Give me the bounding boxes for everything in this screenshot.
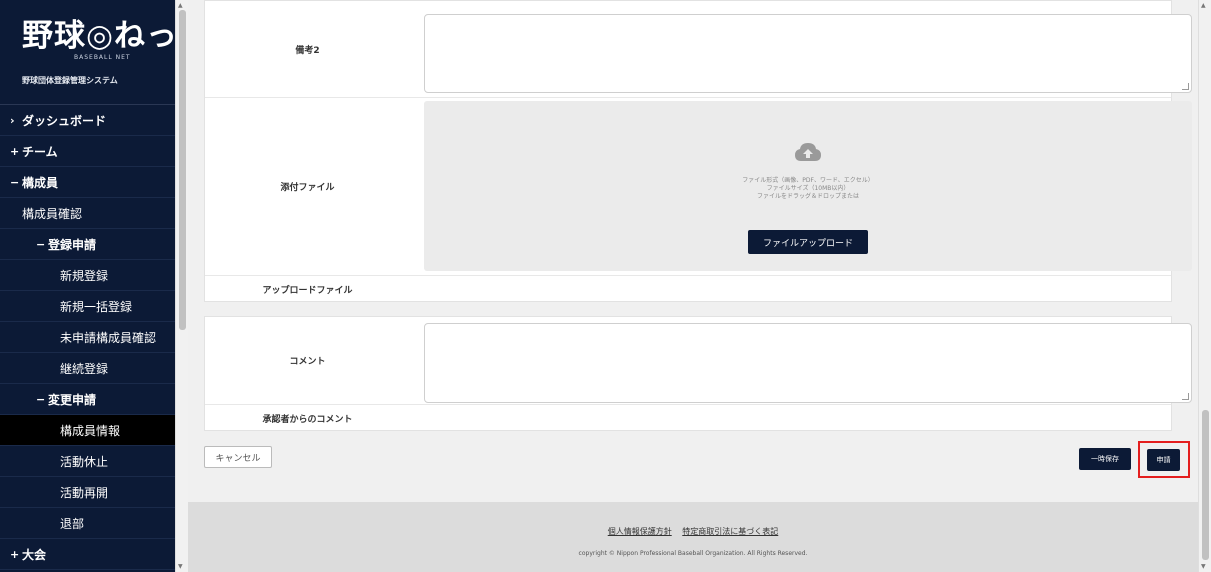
privacy-policy-link[interactable]: 個人情報保護方針 [608,527,672,536]
file-dropzone[interactable]: ファイル形式（画像、PDF、ワード、エクセル） ファイルサイズ（10MB以内） … [424,101,1192,271]
expand-icon: + [10,144,20,158]
nav-dashboard[interactable]: › ダッシュボード [0,105,175,136]
row-remarks2: 備考2 [205,1,1192,98]
nav-members[interactable]: − 構成員 [0,167,175,198]
sidebar-scrollbar[interactable]: ▲ ▼ [175,0,188,572]
collapse-icon: − [36,237,46,251]
nav-resume[interactable]: 活動再開 [0,477,175,508]
row-attachment: 添付ファイル ファイル形式（画像、PDF、ワード、エクセル） ファイルサイズ（1… [205,98,1192,276]
remarks2-textarea[interactable] [424,14,1192,93]
system-name: 野球団体登録管理システム [22,76,118,85]
sidebar: 野球◎ねっと BASEBALL NET 野球団体登録管理システム ›ダッシュボー… [0,0,175,572]
footer-links: 個人情報保護方針 特定商取引法に基づく表記 [188,526,1198,537]
row-comment: コメント [205,317,1192,405]
dropzone-drag-text: ファイルをドラッグ＆ドロップまたは [756,193,859,200]
nav-change-request[interactable]: − 変更申請 [0,384,175,415]
row-approver-comment: 承認者からのコメント [205,405,1171,431]
logo-title: 野球◎ねっと [22,18,175,54]
nav-tournament[interactable]: + 大会 [0,539,175,570]
scroll-up-icon[interactable]: ▲ [1201,2,1206,9]
nav-continuation[interactable]: 継続登録 [0,353,175,384]
scroll-down-icon[interactable]: ▼ [1201,563,1206,570]
scroll-down-icon[interactable]: ▼ [178,563,183,570]
commercial-law-link[interactable]: 特定商取引法に基づく表記 [682,527,778,536]
logo-english: BASEBALL NET [74,54,131,61]
comment-textarea[interactable] [424,323,1192,403]
nav-new-registration[interactable]: 新規登録 [0,260,175,291]
resize-handle-icon[interactable] [1182,393,1189,400]
file-upload-button[interactable]: ファイルアップロード [748,230,868,254]
row-uploaded-files: アップロードファイル [205,276,1171,302]
form-card-attachments: 備考2 添付ファイル ファイル形式（画像、PDF、ワード、エクセル） ファイルサ… [204,0,1192,302]
chevron-right-icon: › [10,113,15,127]
main-content: 備考2 添付ファイル ファイル形式（画像、PDF、ワード、エクセル） ファイルサ… [188,0,1198,572]
cancel-button[interactable]: キャンセル [204,446,272,468]
approver-comment-label: 承認者からのコメント [262,414,353,425]
cloud-upload-icon [795,143,821,161]
resize-handle-icon[interactable] [1182,83,1189,90]
sidebar-scroll-thumb[interactable] [179,10,186,330]
collapse-icon: − [10,175,20,189]
page-scroll-thumb[interactable] [1202,410,1209,560]
nav-withdraw[interactable]: 退部 [0,508,175,539]
form-card-comments: コメント 承認者からのコメント [204,316,1192,431]
nav-team[interactable]: + チーム [0,136,175,167]
nav-registration-request[interactable]: − 登録申請 [0,229,175,260]
nav-member-check[interactable]: 構成員確認 [0,198,175,229]
apply-button-highlight: 申請 [1138,441,1190,478]
attachment-label: 添付ファイル [280,183,335,193]
comment-label: コメント [289,357,326,367]
remarks2-label: 備考2 [295,45,320,56]
nav-member-info[interactable]: 構成員情報 [0,415,175,446]
scroll-up-icon[interactable]: ▲ [178,2,183,9]
uploaded-files-label: アップロードファイル [262,285,353,296]
copyright-text: copyright © Nippon Professional Baseball… [578,550,808,557]
nav-unapplied-members[interactable]: 未申請構成員確認 [0,322,175,353]
logo[interactable]: 野球◎ねっと BASEBALL NET 野球団体登録管理システム [0,0,175,105]
expand-icon: + [10,547,20,561]
apply-button[interactable]: 申請 [1147,449,1180,471]
temp-save-button[interactable]: 一時保存 [1079,448,1131,470]
footer: 個人情報保護方針 特定商取引法に基づく表記 copyright © Nippon… [188,502,1198,572]
page-scrollbar[interactable]: ▲ ▼ [1198,0,1211,572]
nav-bulk-registration[interactable]: 新規一括登録 [0,291,175,322]
nav-suspend[interactable]: 活動休止 [0,446,175,477]
collapse-icon: − [36,392,46,406]
